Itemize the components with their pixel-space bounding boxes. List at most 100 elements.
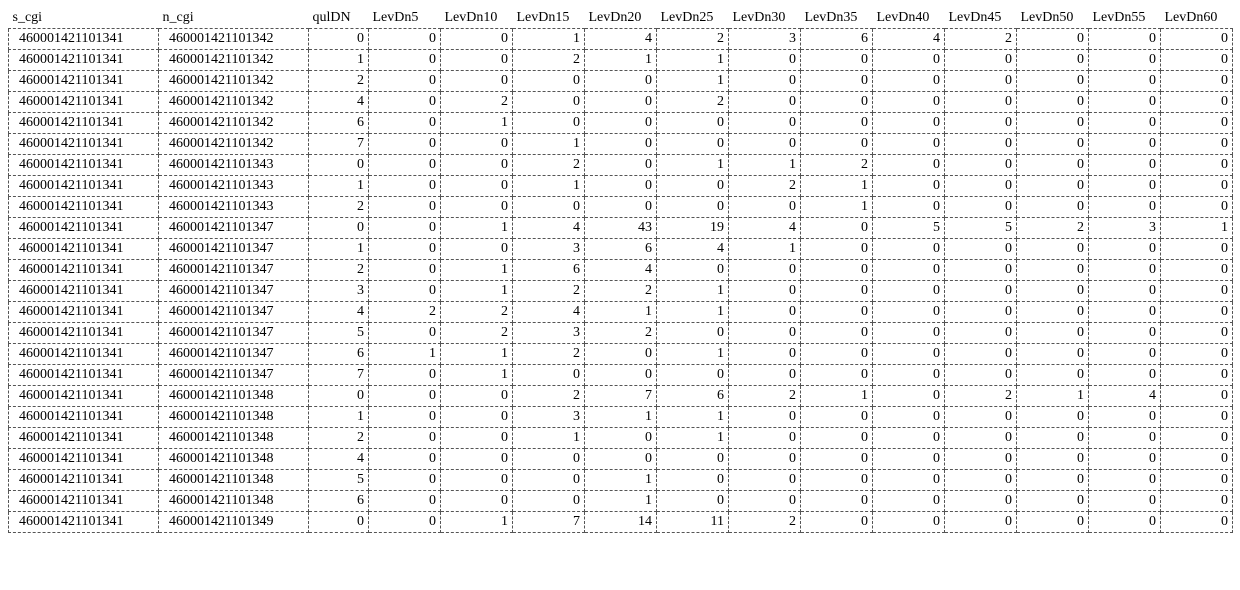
cell-value: 4 — [585, 260, 657, 281]
cell-value: 0 — [369, 470, 441, 491]
cell-value: 0 — [1017, 134, 1089, 155]
cell-value: 1 — [1161, 218, 1233, 239]
cell-value: 1 — [801, 386, 873, 407]
cell-value: 0 — [729, 197, 801, 218]
cell-value: 0 — [1161, 50, 1233, 71]
cell-value: 0 — [369, 323, 441, 344]
cell-value: 0 — [801, 239, 873, 260]
cell-value: 0 — [441, 449, 513, 470]
table-row: 4600014211013414600014211013480002762102… — [9, 386, 1233, 407]
cell-id: 460001421101341 — [9, 491, 159, 512]
cell-value: 6 — [309, 344, 369, 365]
cell-value: 0 — [657, 491, 729, 512]
cell-value: 0 — [585, 92, 657, 113]
table-row: 4600014211013414600014211013482001010000… — [9, 428, 1233, 449]
cell-id: 460001421101348 — [159, 407, 309, 428]
cell-value: 0 — [585, 449, 657, 470]
cell-value: 5 — [945, 218, 1017, 239]
col-LevDn15: LevDn15 — [513, 8, 585, 29]
cell-value: 0 — [729, 470, 801, 491]
cell-value: 0 — [945, 344, 1017, 365]
cell-value: 0 — [1017, 365, 1089, 386]
cell-value: 0 — [873, 386, 945, 407]
cell-value: 0 — [1161, 365, 1233, 386]
cell-id: 460001421101341 — [9, 218, 159, 239]
cell-value: 0 — [657, 176, 729, 197]
cell-value: 7 — [585, 386, 657, 407]
cell-value: 0 — [945, 155, 1017, 176]
cell-value: 0 — [945, 281, 1017, 302]
cell-value: 1 — [729, 155, 801, 176]
table-row: 4600014211013414600014211013476112010000… — [9, 344, 1233, 365]
cell-value: 0 — [873, 323, 945, 344]
cell-id: 460001421101342 — [159, 113, 309, 134]
cell-id: 460001421101347 — [159, 260, 309, 281]
cell-value: 1 — [441, 344, 513, 365]
cell-value: 0 — [945, 470, 1017, 491]
col-n_cgi: n_cgi — [159, 8, 309, 29]
cell-value: 6 — [801, 29, 873, 50]
cell-value: 4 — [657, 239, 729, 260]
cell-value: 0 — [1089, 323, 1161, 344]
table-row: 4600014211013414600014211013490017141120… — [9, 512, 1233, 533]
cell-value: 0 — [1017, 470, 1089, 491]
table-header: s_cgin_cgiqulDNLevDn5LevDn10LevDn15LevDn… — [9, 8, 1233, 29]
table-row: 4600014211013414600014211013477010000000… — [9, 365, 1233, 386]
cell-id: 460001421101341 — [9, 155, 159, 176]
cell-value: 0 — [873, 92, 945, 113]
cell-id: 460001421101347 — [159, 365, 309, 386]
cell-value: 0 — [1161, 281, 1233, 302]
col-LevDn30: LevDn30 — [729, 8, 801, 29]
cell-value: 0 — [585, 71, 657, 92]
cell-id: 460001421101341 — [9, 197, 159, 218]
cell-value: 0 — [1161, 344, 1233, 365]
cell-value: 2 — [513, 281, 585, 302]
cell-value: 0 — [945, 323, 1017, 344]
cell-value: 0 — [729, 365, 801, 386]
cell-value: 0 — [1017, 491, 1089, 512]
cell-value: 0 — [369, 50, 441, 71]
cell-value: 0 — [1161, 92, 1233, 113]
cell-value: 0 — [801, 302, 873, 323]
cell-value: 2 — [513, 386, 585, 407]
cell-value: 0 — [585, 113, 657, 134]
cell-value: 2 — [441, 323, 513, 344]
cell-value: 0 — [729, 113, 801, 134]
cell-value: 0 — [441, 176, 513, 197]
cell-value: 0 — [513, 449, 585, 470]
cell-value: 0 — [873, 407, 945, 428]
cell-value: 0 — [945, 92, 1017, 113]
cell-value: 43 — [585, 218, 657, 239]
cell-value: 0 — [1089, 407, 1161, 428]
table-row: 4600014211013414600014211013421002110000… — [9, 50, 1233, 71]
cell-value: 1 — [309, 407, 369, 428]
cell-value: 0 — [801, 428, 873, 449]
cell-value: 0 — [945, 260, 1017, 281]
cell-value: 1 — [1017, 386, 1089, 407]
cell-value: 2 — [657, 29, 729, 50]
cell-value: 0 — [729, 407, 801, 428]
cell-value: 0 — [729, 491, 801, 512]
cell-id: 460001421101341 — [9, 512, 159, 533]
cell-id: 460001421101341 — [9, 449, 159, 470]
cell-id: 460001421101341 — [9, 239, 159, 260]
table-row: 4600014211013414600014211013484000000000… — [9, 449, 1233, 470]
cell-id: 460001421101341 — [9, 176, 159, 197]
cell-value: 0 — [1017, 281, 1089, 302]
cell-value: 0 — [873, 491, 945, 512]
cell-value: 0 — [873, 239, 945, 260]
cell-value: 0 — [513, 113, 585, 134]
cell-id: 460001421101348 — [159, 386, 309, 407]
cell-value: 0 — [1017, 71, 1089, 92]
cell-value: 0 — [945, 428, 1017, 449]
cell-value: 0 — [369, 428, 441, 449]
cell-value: 2 — [441, 302, 513, 323]
cell-value: 0 — [441, 155, 513, 176]
cell-value: 4 — [873, 29, 945, 50]
cell-value: 0 — [1161, 302, 1233, 323]
cell-id: 460001421101341 — [9, 344, 159, 365]
cell-value: 0 — [513, 92, 585, 113]
cell-id: 460001421101347 — [159, 323, 309, 344]
cell-value: 0 — [801, 365, 873, 386]
cell-value: 0 — [729, 71, 801, 92]
